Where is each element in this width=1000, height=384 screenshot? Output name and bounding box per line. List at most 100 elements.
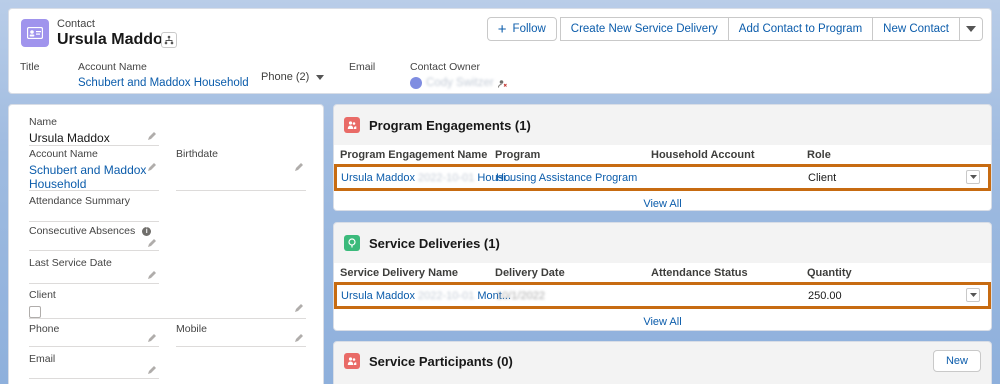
email-field: Email: [29, 353, 159, 379]
table-row: Ursula Maddox 2022-10-01 Mont... 10/1/20…: [334, 282, 991, 309]
phone-field[interactable]: Phone (2): [261, 71, 325, 83]
record-header: Contact Ursula Maddox + Follow Create Ne…: [8, 8, 992, 94]
pencil-icon[interactable]: [147, 333, 157, 343]
mobile-label: Mobile: [176, 323, 207, 335]
client-checkbox[interactable]: [29, 306, 41, 318]
delivery-date-value: 10/1/2022: [496, 289, 545, 302]
phone-field: Phone: [29, 323, 159, 347]
pencil-icon[interactable]: [147, 162, 157, 172]
column-header[interactable]: Quantity: [807, 267, 852, 279]
column-header[interactable]: Service Delivery Name: [340, 267, 458, 279]
program-engagements-title[interactable]: Program Engagements (1): [369, 118, 531, 133]
pencil-icon[interactable]: [294, 162, 304, 172]
phone-label: Phone: [29, 323, 60, 335]
account-field: Account Name Schubert and Maddox Househo…: [78, 61, 249, 89]
engagement-name-blurred: 2022-10-01: [418, 171, 475, 184]
role-value: Client: [808, 171, 837, 184]
owner-field: Contact Owner Cody Switzer: [410, 61, 507, 89]
owner-avatar-icon: [410, 77, 422, 89]
row-actions-button[interactable]: [966, 288, 980, 302]
account-link[interactable]: Schubert and Maddox Household: [78, 77, 249, 89]
chevron-down-icon: [969, 175, 977, 179]
consecutive-absences-field: Consecutive Absences i: [29, 225, 159, 251]
delivery-name-blurred: 2022-10-01: [418, 289, 475, 302]
follow-label: Follow: [512, 23, 546, 35]
more-actions-button[interactable]: [959, 17, 983, 41]
column-header[interactable]: Role: [807, 149, 831, 161]
change-owner-icon[interactable]: [497, 79, 507, 88]
quantity-value: 250.00: [808, 289, 842, 302]
hierarchy-button[interactable]: [161, 32, 177, 48]
column-header[interactable]: Delivery Date: [495, 267, 565, 279]
engagement-name-prefix: Ursula Maddox: [341, 171, 415, 184]
owner-label: Contact Owner: [410, 61, 481, 73]
new-contact-button[interactable]: New Contact: [872, 17, 960, 41]
service-delivery-name-link[interactable]: Ursula Maddox 2022-10-01 Mont...: [341, 290, 511, 302]
consecutive-absences-label-wrap: Consecutive Absences i: [29, 225, 159, 237]
service-participants-title[interactable]: Service Participants (0): [369, 354, 513, 369]
account-name-line1: Schubert and Maddox: [29, 163, 147, 177]
last-service-date-label: Last Service Date: [29, 257, 112, 269]
pencil-icon[interactable]: [147, 238, 157, 248]
info-icon[interactable]: i: [142, 226, 152, 236]
client-field: Client: [29, 289, 306, 319]
chevron-down-icon: [969, 293, 977, 297]
birthdate-field: Birthdate: [176, 148, 306, 191]
column-header[interactable]: Attendance Status: [651, 267, 748, 279]
create-service-delivery-button[interactable]: Create New Service Delivery: [559, 17, 729, 41]
service-participants-card: Service Participants (0) New: [333, 341, 992, 384]
record-type-label: Contact: [57, 18, 95, 30]
birthdate-label: Birthdate: [176, 148, 219, 160]
account-name-label: Account Name: [29, 148, 98, 160]
header-actions: + Follow Create New Service Delivery Add…: [486, 17, 983, 41]
program-link[interactable]: Housing Assistance Program: [496, 172, 637, 184]
pencil-icon[interactable]: [147, 131, 157, 141]
consecutive-absences-label: Consecutive Absences: [29, 225, 136, 237]
service-deliveries-card: Service Deliveries (1) Service Delivery …: [333, 222, 992, 331]
service-participants-header: Service Participants (0) New: [334, 342, 991, 380]
view-all-link[interactable]: View All: [334, 308, 991, 330]
add-contact-to-program-button[interactable]: Add Contact to Program: [727, 17, 874, 41]
follow-button[interactable]: + Follow: [486, 17, 557, 41]
service-deliveries-header: Service Deliveries (1): [334, 223, 991, 263]
program-engagement-name-link[interactable]: Ursula Maddox 2022-10-01 Housi...: [341, 172, 515, 184]
pencil-icon[interactable]: [147, 365, 157, 375]
client-label: Client: [29, 289, 56, 301]
table-row: Ursula Maddox 2022-10-01 Housi... Housin…: [334, 164, 991, 191]
service-delivery-icon: [344, 235, 360, 251]
program-engagements-header: Program Engagements (1): [334, 105, 991, 145]
new-service-participant-button[interactable]: New: [932, 350, 981, 372]
attendance-summary-field: Attendance Summary: [29, 195, 159, 222]
contact-icon: [21, 19, 49, 47]
column-header[interactable]: Program Engagement Name: [340, 149, 487, 161]
pencil-icon[interactable]: [294, 303, 304, 313]
account-label: Account Name: [78, 61, 147, 73]
pencil-icon[interactable]: [147, 270, 157, 280]
email-label: Email: [29, 353, 56, 365]
row-actions-button[interactable]: [966, 170, 980, 184]
email-label: Email: [349, 61, 376, 73]
name-field: Name Ursula Maddox: [29, 116, 159, 146]
column-header[interactable]: Household Account: [651, 149, 754, 161]
program-engagement-icon: [344, 117, 360, 133]
attendance-summary-label: Attendance Summary: [29, 195, 130, 207]
service-deliveries-table: Service Delivery Name Delivery Date Atte…: [334, 263, 991, 330]
column-header[interactable]: Program: [495, 149, 540, 161]
email-field: Email: [349, 61, 375, 73]
table-header: Program Engagement Name Program Househol…: [334, 145, 991, 165]
mobile-field: Mobile: [176, 323, 306, 347]
program-engagements-card: Program Engagements (1) Program Engageme…: [333, 104, 992, 211]
pencil-icon[interactable]: [294, 333, 304, 343]
record-name: Ursula Maddox: [57, 31, 172, 48]
name-value: Ursula Maddox: [29, 131, 110, 145]
view-all-link[interactable]: View All: [334, 190, 991, 210]
hierarchy-icon: [164, 35, 174, 45]
service-participant-icon: [344, 353, 360, 369]
program-engagements-table: Program Engagement Name Program Househol…: [334, 145, 991, 210]
service-deliveries-title[interactable]: Service Deliveries (1): [369, 236, 500, 251]
last-service-date-field: Last Service Date: [29, 257, 159, 284]
plus-icon: +: [497, 20, 507, 38]
account-name-link[interactable]: Schubert and Maddox Household: [29, 163, 159, 191]
owner-link[interactable]: Cody Switzer: [426, 77, 494, 89]
title-field: Title: [20, 61, 39, 73]
